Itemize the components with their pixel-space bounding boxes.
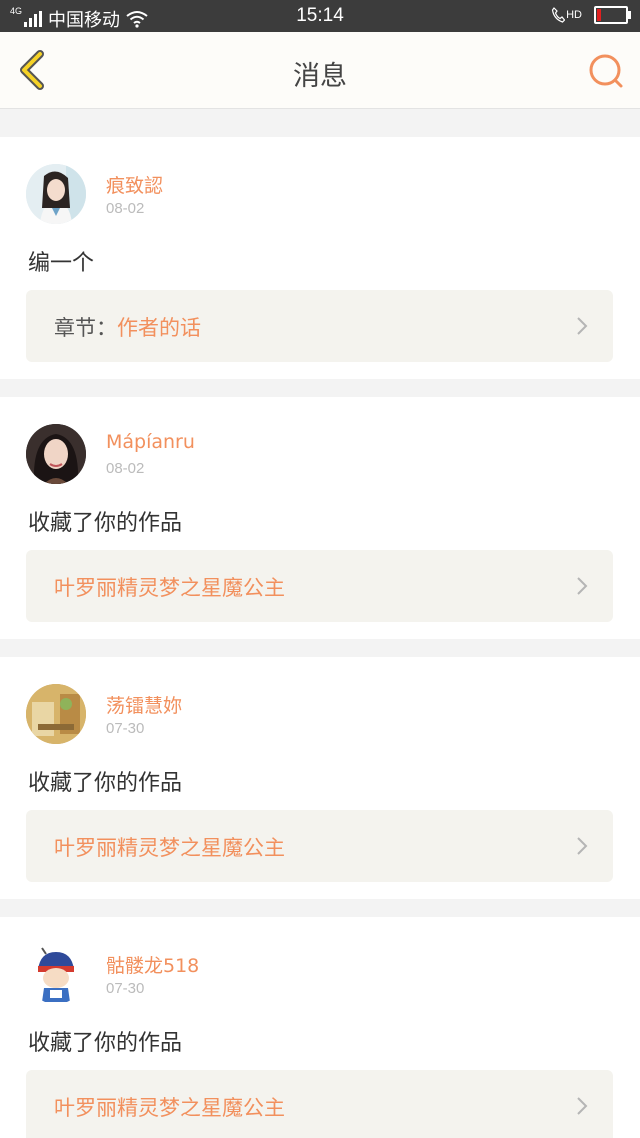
clock: 15:14 xyxy=(296,5,344,26)
message-date: 08-02 xyxy=(106,200,145,217)
page-title: 消息 xyxy=(293,61,347,92)
message-text: 收藏了你的作品 xyxy=(28,1031,183,1056)
avatar[interactable] xyxy=(26,944,86,1004)
message-text: 收藏了你的作品 xyxy=(28,511,183,536)
ref-label: 叶罗丽精灵梦之星魔公主 xyxy=(54,572,285,602)
ref-title: 作者的话 xyxy=(117,316,201,340)
ref-prefix: 章节： xyxy=(54,316,117,340)
ref-label: 章节：作者的话 xyxy=(54,312,201,342)
username[interactable]: 骷髅龙518 xyxy=(106,951,199,978)
message-card[interactable]: 痕致認 08-02 编一个 章节：作者的话 xyxy=(0,137,640,379)
avatar[interactable] xyxy=(26,164,86,224)
message-card[interactable]: 荡镭慧妳 07-30 收藏了你的作品 叶罗丽精灵梦之星魔公主 xyxy=(0,657,640,899)
work-reference[interactable]: 叶罗丽精灵梦之星魔公主 xyxy=(26,1070,613,1138)
battery-icon xyxy=(594,6,631,24)
search-button[interactable] xyxy=(586,52,624,90)
message-text: 收藏了你的作品 xyxy=(28,771,183,796)
nav-bar: 消息 xyxy=(0,32,640,109)
message-text: 编一个 xyxy=(28,251,95,276)
message-card[interactable]: 骷髅龙518 07-30 收藏了你的作品 叶罗丽精灵梦之星魔公主 xyxy=(0,917,640,1138)
status-right: HD xyxy=(551,6,631,24)
username[interactable]: 痕致認 xyxy=(106,171,163,198)
status-bar: 4G 中国移动 15:14 HD xyxy=(0,0,640,32)
chevron-right-icon xyxy=(577,837,588,855)
work-reference[interactable]: 叶罗丽精灵梦之星魔公主 xyxy=(26,810,613,882)
message-date: 08-02 xyxy=(106,460,145,477)
ref-title: 叶罗丽精灵梦之星魔公主 xyxy=(54,1096,285,1120)
avatar[interactable] xyxy=(26,424,86,484)
ref-label: 叶罗丽精灵梦之星魔公主 xyxy=(54,832,285,862)
message-date: 07-30 xyxy=(106,720,145,737)
hd-call-icon: HD xyxy=(551,7,582,23)
chevron-right-icon xyxy=(577,1097,588,1115)
username[interactable]: Mápíanru xyxy=(106,431,195,453)
avatar[interactable] xyxy=(26,684,86,744)
chevron-right-icon xyxy=(577,577,588,595)
message-date: 07-30 xyxy=(106,980,145,997)
ref-title: 叶罗丽精灵梦之星魔公主 xyxy=(54,836,285,860)
hd-label: HD xyxy=(566,9,582,21)
chevron-right-icon xyxy=(577,317,588,335)
ref-label: 叶罗丽精灵梦之星魔公主 xyxy=(54,1092,285,1122)
message-card[interactable]: Mápíanru 08-02 收藏了你的作品 叶罗丽精灵梦之星魔公主 xyxy=(0,397,640,639)
work-reference[interactable]: 章节：作者的话 xyxy=(26,290,613,362)
ref-title: 叶罗丽精灵梦之星魔公主 xyxy=(54,576,285,600)
username[interactable]: 荡镭慧妳 xyxy=(106,691,182,718)
work-reference[interactable]: 叶罗丽精灵梦之星魔公主 xyxy=(26,550,613,622)
